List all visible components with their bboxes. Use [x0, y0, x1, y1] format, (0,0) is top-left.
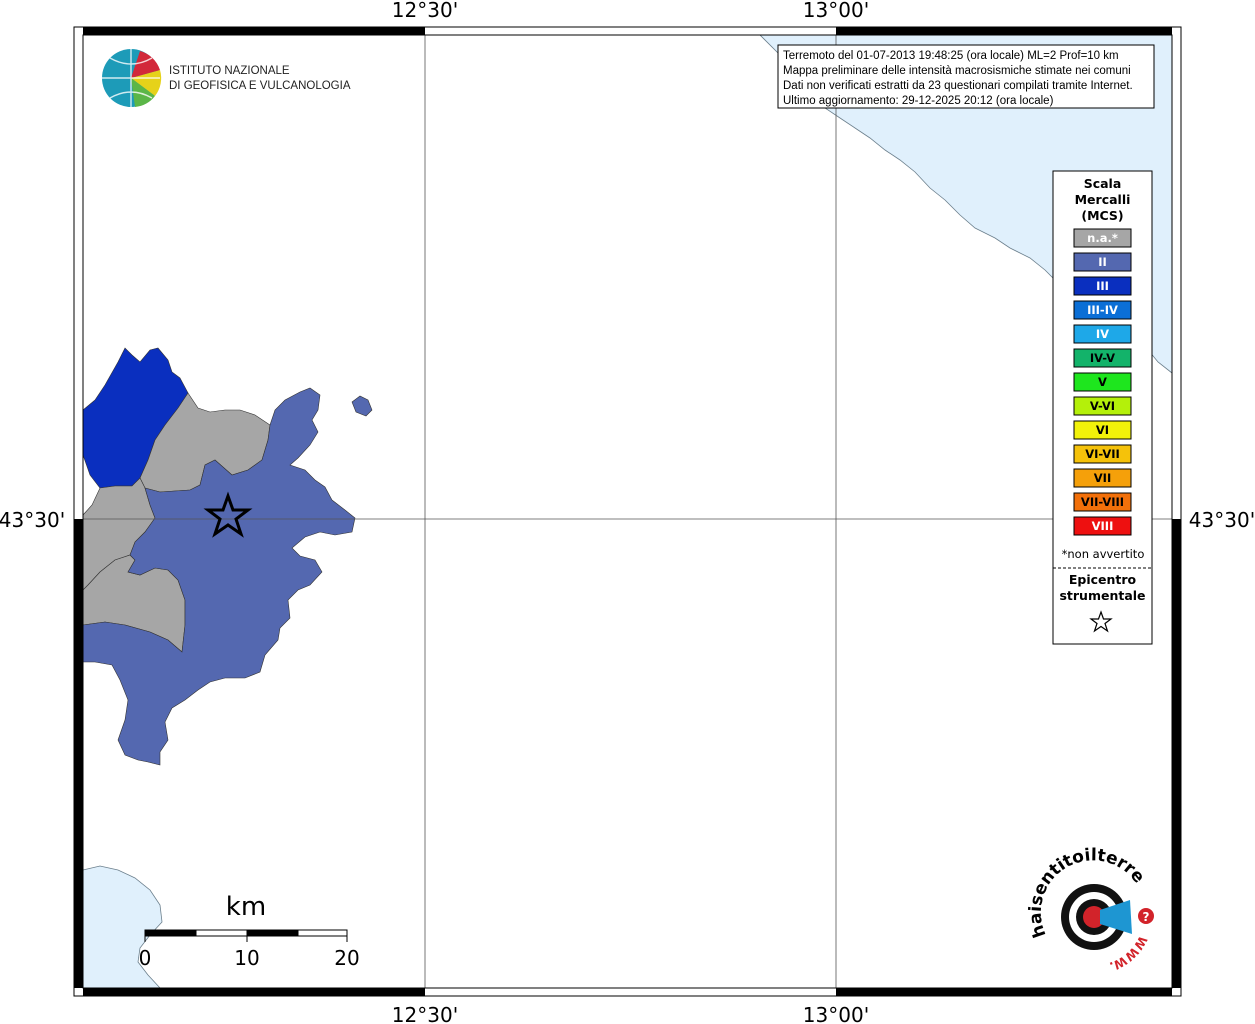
- legend-epicenter-line-2: strumentale: [1059, 588, 1145, 603]
- top-label-1230: 12°30': [392, 0, 458, 22]
- legend-swatch-label: V: [1098, 375, 1107, 389]
- bottom-label-1300: 13°00': [803, 1003, 869, 1024]
- scale-unit: km: [226, 892, 266, 922]
- legend-swatch-label: III-IV: [1087, 303, 1118, 317]
- bottom-label-1230: 12°30': [392, 1003, 458, 1024]
- scale-label-10: 10: [234, 946, 259, 970]
- legend-swatch-label: VII: [1094, 471, 1111, 485]
- logo-line-2: DI GEOFISICA E VULCANOLOGIA: [169, 80, 351, 92]
- question-icon-glyph: ?: [1143, 910, 1150, 924]
- legend-swatch-label: II: [1098, 255, 1107, 269]
- legend-note: *non avvertito: [1062, 547, 1145, 561]
- left-label-4330: 43°30': [0, 508, 65, 532]
- info-line-2: Mappa preliminare delle intensità macros…: [783, 65, 1131, 77]
- globe-icon-gridlines: [102, 49, 160, 107]
- legend-swatch-label: VI-VII: [1085, 447, 1120, 461]
- right-label-4330: 43°30': [1189, 508, 1255, 532]
- logo-line-1: ISTITUTO NAZIONALE: [169, 65, 290, 77]
- legend-swatch-label: IV-V: [1090, 351, 1115, 365]
- legend-swatch-label: V-VI: [1090, 399, 1115, 413]
- legend-swatch-label: VI: [1096, 423, 1109, 437]
- info-line-4: Ultimo aggiornamento: 29-12-2025 20:12 (…: [783, 95, 1054, 107]
- legend-title-line-1: Scala: [1084, 176, 1122, 191]
- legend-swatch-label: n.a.*: [1087, 231, 1118, 245]
- scale-seg-3: [246, 929, 299, 937]
- scale-seg-2: [195, 929, 248, 937]
- info-line-1: Terremoto del 01-07-2013 19:48:25 (ora l…: [783, 50, 1119, 62]
- info-box: Terremoto del 01-07-2013 19:48:25 (ora l…: [777, 44, 1155, 109]
- legend-swatch-label: VII-VIII: [1081, 495, 1124, 509]
- intensity-map: 12°30' 13°00' 12°30' 13°00' 43°30' 43°30…: [0, 0, 1255, 1024]
- scale-label-20: 20: [334, 946, 359, 970]
- legend-title-line-3: (MCS): [1081, 208, 1123, 223]
- frame-top-seg-1: [83, 27, 425, 35]
- scale-seg-4: [297, 929, 348, 937]
- legend-swatch-label: III: [1096, 279, 1109, 293]
- info-line-3: Dati non verificati estratti da 23 quest…: [783, 80, 1133, 92]
- scale-label-0: 0: [139, 946, 152, 970]
- frame-bottom-seg-2: [836, 988, 1172, 996]
- scale-seg-1: [144, 929, 197, 937]
- frame-left-seg: [74, 519, 83, 988]
- legend-swatch-label: VIII: [1092, 519, 1114, 533]
- legend: Scala Mercalli (MCS) n.a.*IIIIIIII-IVIVI…: [1052, 170, 1153, 645]
- legend-epicenter-line-1: Epicentro: [1069, 572, 1137, 587]
- frame-top-seg-2: [836, 27, 1172, 35]
- legend-swatch-label: IV: [1096, 327, 1109, 341]
- legend-title-line-2: Mercalli: [1075, 192, 1131, 207]
- frame-right-seg: [1172, 519, 1181, 988]
- top-label-1300: 13°00': [803, 0, 869, 22]
- frame-bottom-seg-1: [83, 988, 425, 996]
